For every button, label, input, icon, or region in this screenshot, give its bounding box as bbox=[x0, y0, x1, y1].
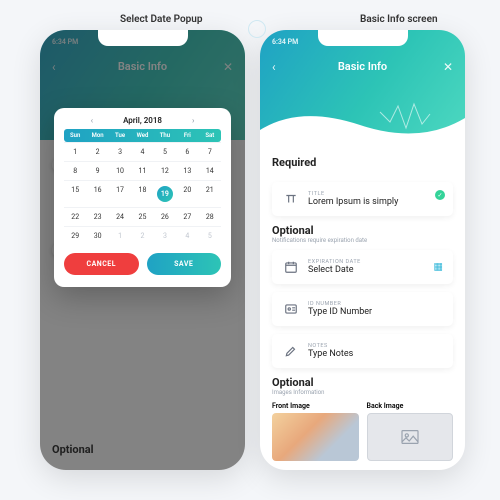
save-button[interactable]: SAVE bbox=[147, 253, 222, 275]
page-title: Basic Info bbox=[260, 60, 465, 73]
calendar-day[interactable]: 1 bbox=[64, 142, 86, 161]
calendar-day[interactable]: 4 bbox=[176, 226, 198, 245]
expiration-date-field[interactable]: EXPIRATION DATE Select Date ▦ bbox=[272, 250, 453, 284]
calendar-day[interactable]: 2 bbox=[86, 142, 108, 161]
notes-value: Type Notes bbox=[308, 349, 443, 359]
calendar-day[interactable]: 12 bbox=[154, 161, 176, 180]
calendar-day[interactable]: 2 bbox=[131, 226, 153, 245]
section-required-sub bbox=[272, 169, 453, 176]
calendar-weekday: Tue bbox=[109, 132, 131, 139]
front-image-tile[interactable] bbox=[272, 413, 359, 461]
calendar-day[interactable]: 3 bbox=[109, 142, 131, 161]
calendar-day[interactable]: 24 bbox=[109, 207, 131, 226]
calendar-day[interactable]: 17 bbox=[109, 180, 131, 207]
section-optional: Optional bbox=[272, 224, 453, 237]
calendar-day[interactable]: 15 bbox=[64, 180, 86, 207]
calendar-day[interactable]: 16 bbox=[86, 180, 108, 207]
notch bbox=[318, 30, 408, 46]
annotation-left: Select Date Popup bbox=[120, 14, 202, 25]
calendar-day[interactable]: 21 bbox=[199, 180, 221, 207]
calendar-accent-icon: ▦ bbox=[434, 262, 443, 273]
status-time: 6:34 PM bbox=[272, 38, 298, 46]
title-value: Lorem Ipsum is simply bbox=[308, 197, 443, 207]
front-image-label: Front Image bbox=[272, 402, 359, 410]
header-wave bbox=[260, 100, 465, 140]
calendar-weekday: Sat bbox=[199, 132, 221, 139]
text-icon bbox=[282, 190, 300, 208]
back-image-tile[interactable] bbox=[367, 413, 454, 461]
calendar-weekday: Sun bbox=[64, 132, 86, 139]
id-value: Type ID Number bbox=[308, 307, 443, 317]
next-month-button[interactable]: › bbox=[192, 116, 194, 125]
calendar-weekday: Thu bbox=[154, 132, 176, 139]
calendar-day[interactable]: 28 bbox=[199, 207, 221, 226]
calendar-day[interactable]: 29 bbox=[64, 226, 86, 245]
decorative-circle bbox=[248, 20, 266, 38]
date-picker-popup: ‹ April, 2018 › SunMonTueWedThuFriSat 12… bbox=[54, 108, 231, 287]
title-field[interactable]: TITLE Lorem Ipsum is simply bbox=[272, 182, 453, 216]
calendar-day[interactable]: 1 bbox=[109, 226, 131, 245]
calendar-day[interactable]: 26 bbox=[154, 207, 176, 226]
calendar-weekday-row: SunMonTueWedThuFriSat bbox=[64, 129, 221, 142]
calendar-day[interactable]: 14 bbox=[199, 161, 221, 180]
image-placeholder-icon bbox=[400, 429, 420, 445]
calendar-day[interactable]: 18 bbox=[131, 180, 153, 207]
prev-month-button[interactable]: ‹ bbox=[91, 116, 93, 125]
calendar-day[interactable]: 3 bbox=[154, 226, 176, 245]
id-icon bbox=[282, 300, 300, 318]
annotation-right: Basic Info screen bbox=[360, 14, 438, 25]
calendar-grid: 1234567891011121314151617181920212223242… bbox=[64, 142, 221, 245]
calendar-day[interactable]: 4 bbox=[131, 142, 153, 161]
calendar-day[interactable]: 25 bbox=[131, 207, 153, 226]
calendar-day[interactable]: 11 bbox=[131, 161, 153, 180]
calendar-day[interactable]: 22 bbox=[64, 207, 86, 226]
calendar-day[interactable]: 13 bbox=[176, 161, 198, 180]
section-images-sub: Images Information bbox=[272, 389, 453, 396]
calendar-day[interactable]: 20 bbox=[176, 180, 198, 207]
calendar-day[interactable]: 5 bbox=[154, 142, 176, 161]
calendar-day[interactable]: 19 bbox=[154, 180, 176, 207]
back-image-label: Back Image bbox=[367, 402, 454, 410]
expiration-value: Select Date bbox=[308, 265, 443, 275]
calendar-day[interactable]: 9 bbox=[86, 161, 108, 180]
section-required: Required bbox=[272, 156, 453, 169]
notes-field[interactable]: NOTES Type Notes bbox=[272, 334, 453, 368]
calendar-weekday: Wed bbox=[131, 132, 153, 139]
app-header: 6:34 PM ‹ Basic Info ✕ bbox=[260, 30, 465, 140]
calendar-day[interactable]: 8 bbox=[64, 161, 86, 180]
cancel-button[interactable]: CANCEL bbox=[64, 253, 139, 275]
notch bbox=[98, 30, 188, 46]
calendar-month-label: April, 2018 bbox=[123, 116, 162, 125]
calendar-day[interactable]: 30 bbox=[86, 226, 108, 245]
check-icon bbox=[435, 190, 445, 200]
calendar-day[interactable]: 7 bbox=[199, 142, 221, 161]
calendar-icon bbox=[282, 258, 300, 276]
calendar-weekday: Mon bbox=[86, 132, 108, 139]
calendar-day[interactable]: 5 bbox=[199, 226, 221, 245]
section-optional-sub: Notifications require expiration date bbox=[272, 237, 453, 244]
calendar-weekday: Fri bbox=[176, 132, 198, 139]
calendar-day[interactable]: 27 bbox=[176, 207, 198, 226]
pencil-icon bbox=[282, 342, 300, 360]
section-optional-images: Optional bbox=[272, 376, 453, 389]
phone-popup: 6:34 PM ‹ Basic Info ✕ R O Optional ‹ Ap… bbox=[40, 30, 245, 470]
calendar-day[interactable]: 10 bbox=[109, 161, 131, 180]
phone-basic-info: 6:34 PM ‹ Basic Info ✕ Required TITLE Lo… bbox=[260, 30, 465, 470]
calendar-day[interactable]: 23 bbox=[86, 207, 108, 226]
id-number-field[interactable]: ID NUMBER Type ID Number bbox=[272, 292, 453, 326]
calendar-day[interactable]: 6 bbox=[176, 142, 198, 161]
close-button[interactable]: ✕ bbox=[443, 60, 453, 74]
